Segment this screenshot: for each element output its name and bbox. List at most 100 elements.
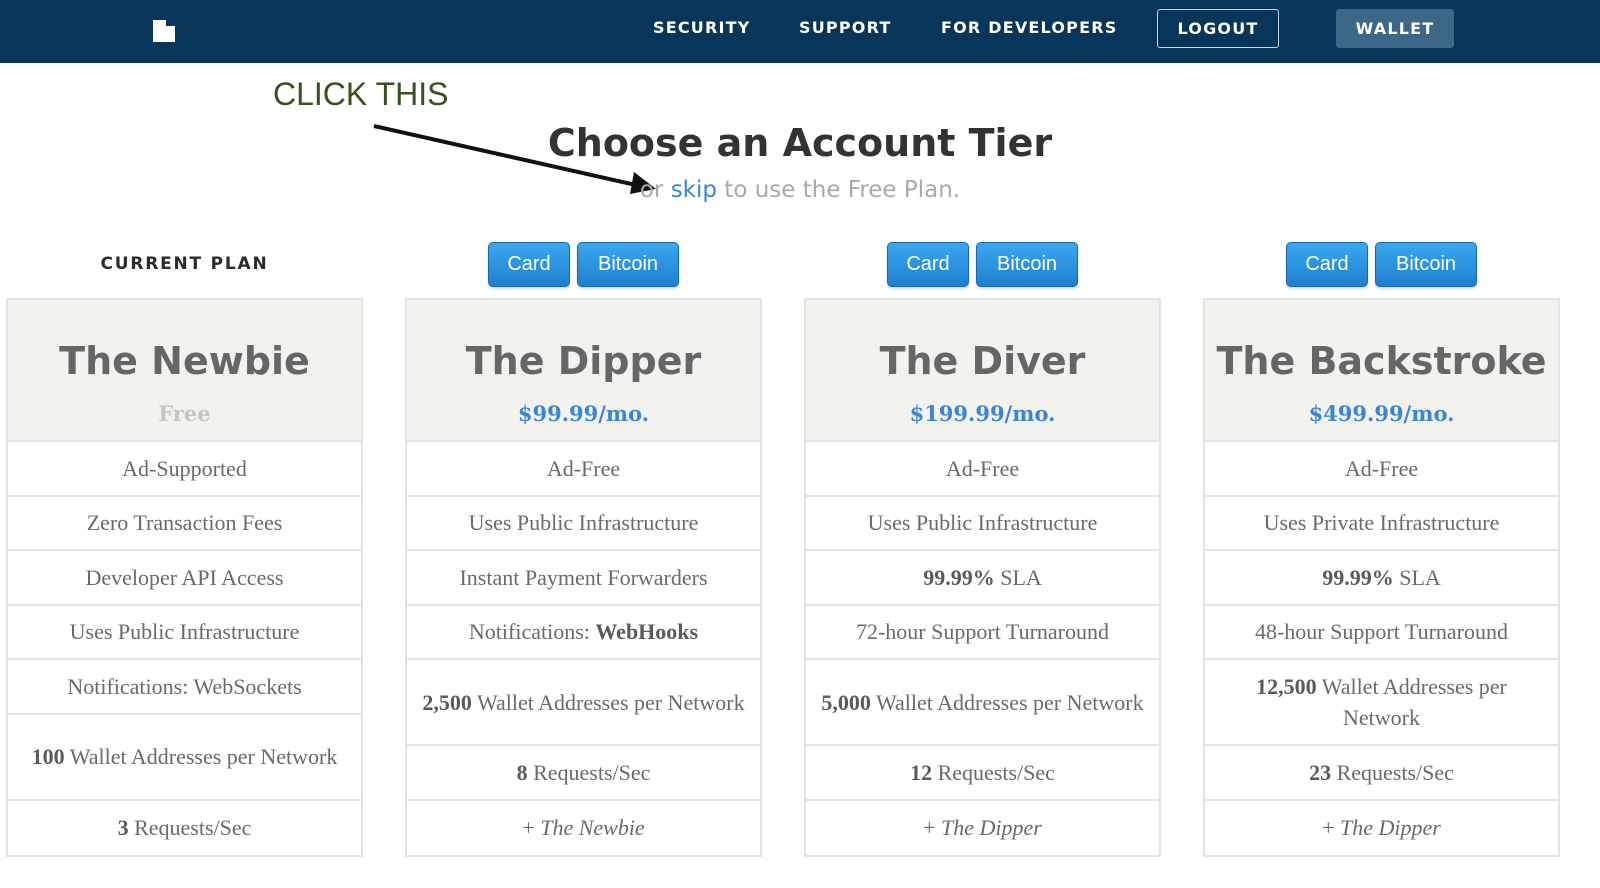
- feature-row: 3 Requests/Sec: [8, 801, 361, 856]
- feature-text: 23 Requests/Sec: [1309, 757, 1454, 788]
- feature-suffix: 72-hour Support Turnaround: [855, 619, 1109, 645]
- tier-card-header: The Dipper $99.99/mo.: [407, 300, 760, 442]
- feature-row: Ad-Free: [407, 442, 760, 497]
- feature-suffix: Instant Payment Forwarders: [459, 564, 708, 590]
- feature-prefix: +: [923, 815, 942, 841]
- feature-prefix: +: [522, 815, 541, 841]
- feature-suffix: SLA: [994, 564, 1042, 590]
- tier-card: The Backstroke $499.99/mo. Ad-Free Uses Pri…: [1203, 298, 1560, 857]
- feature-text: Instant Payment Forwarders: [459, 562, 707, 593]
- feature-row: Instant Payment Forwarders: [407, 551, 760, 606]
- tier-name: The Backstroke: [1216, 339, 1547, 383]
- tier-price: Free: [158, 401, 211, 426]
- feature-text: Notifications: WebHooks: [469, 616, 698, 647]
- feature-row: Uses Public Infrastructure: [806, 497, 1159, 551]
- feature-suffix: Ad-Free: [945, 455, 1020, 481]
- feature-text: 12 Requests/Sec: [910, 757, 1055, 788]
- tier-card: The Diver $199.99/mo. Ad-Free Uses Public I…: [804, 298, 1161, 857]
- feature-row: 2,500 Wallet Addresses per Network: [407, 660, 760, 746]
- feature-text: 48-hour Support Turnaround: [1255, 616, 1508, 647]
- tier-card: The Newbie Free Ad-Supported Zero Transacti…: [6, 298, 363, 857]
- feature-row: Uses Private Infrastructure: [1205, 497, 1558, 551]
- feature-text: Zero Transaction Fees: [87, 507, 283, 538]
- feature-suffix: Uses Public Infrastructure: [867, 510, 1098, 536]
- feature-text: Ad-Free: [946, 453, 1019, 484]
- feature-suffix: Developer API Access: [85, 564, 284, 590]
- feature-text: Uses Public Infrastructure: [70, 616, 300, 647]
- feature-text: Uses Public Infrastructure: [469, 507, 699, 538]
- feature-suffix: Requests/Sec: [128, 815, 252, 841]
- feature-suffix: SLA: [1393, 564, 1441, 590]
- feature-suffix: Wallet Addresses per Network: [1316, 674, 1507, 730]
- pay-bitcoin-button[interactable]: Bitcoin: [577, 242, 679, 287]
- feature-value: 99.99%: [923, 564, 995, 590]
- feature-text: 8 Requests/Sec: [517, 757, 651, 788]
- feature-suffix: Zero Transaction Fees: [86, 510, 283, 536]
- feature-inherit-tier: The Dipper: [941, 815, 1042, 841]
- feature-prefix: +: [1322, 815, 1341, 841]
- tier-column: CURRENT PLAN The Newbie Free Ad-Supported Ze…: [6, 0, 363, 888]
- feature-row: 99.99% SLA: [1205, 551, 1558, 606]
- feature-text: Ad-Free: [547, 453, 620, 484]
- feature-text: 12,500 Wallet Addresses per Network: [1217, 671, 1546, 733]
- feature-text: 99.99% SLA: [1322, 562, 1441, 593]
- feature-value: WebHooks: [595, 619, 699, 645]
- feature-text: 72-hour Support Turnaround: [856, 616, 1109, 647]
- tier-card: The Dipper $99.99/mo. Ad-Free Uses Public I…: [405, 298, 762, 857]
- feature-text: 5,000 Wallet Addresses per Network: [821, 687, 1143, 718]
- payment-buttons: Card Bitcoin: [1203, 242, 1560, 287]
- feature-value: 12: [910, 759, 933, 785]
- feature-text: Uses Public Infrastructure: [868, 507, 1098, 538]
- feature-value: 23: [1309, 759, 1332, 785]
- feature-suffix: Uses Public Infrastructure: [69, 619, 300, 645]
- pay-card-button[interactable]: Card: [1286, 242, 1368, 287]
- feature-row: 100 Wallet Addresses per Network: [8, 715, 361, 801]
- tier-name: The Dipper: [465, 339, 702, 383]
- tier-price: $199.99/mo.: [909, 401, 1056, 426]
- feature-row: Uses Public Infrastructure: [407, 497, 760, 551]
- tier-column: Card Bitcoin The Diver $199.99/mo. Ad-Free Us…: [804, 0, 1161, 888]
- feature-row: Notifications: WebSockets: [8, 660, 361, 715]
- feature-row: Ad-Supported: [8, 442, 361, 497]
- feature-text: + The Newbie: [522, 812, 644, 843]
- feature-inherit-tier: The Dipper: [1340, 815, 1441, 841]
- feature-row: Ad-Free: [806, 442, 1159, 497]
- feature-text: 100 Wallet Addresses per Network: [32, 741, 338, 772]
- feature-row: + The Dipper: [1205, 801, 1558, 856]
- feature-value: 99.99%: [1322, 564, 1394, 590]
- feature-text: 3 Requests/Sec: [118, 812, 252, 843]
- feature-row: 72-hour Support Turnaround: [806, 606, 1159, 660]
- feature-suffix: Requests/Sec: [527, 759, 651, 785]
- feature-value: 8: [516, 759, 528, 785]
- feature-row: Ad-Free: [1205, 442, 1558, 497]
- feature-value: 3: [117, 815, 129, 841]
- tier-card-header: The Backstroke $499.99/mo.: [1205, 300, 1558, 442]
- feature-value: 100: [31, 744, 65, 769]
- pay-bitcoin-button[interactable]: Bitcoin: [976, 242, 1078, 287]
- feature-suffix: Ad-Supported: [122, 455, 247, 481]
- feature-row: Developer API Access: [8, 551, 361, 606]
- feature-text: Developer API Access: [86, 562, 284, 593]
- feature-row: Notifications: WebHooks: [407, 606, 760, 660]
- feature-suffix: 48-hour Support Turnaround: [1254, 619, 1508, 645]
- pay-bitcoin-button[interactable]: Bitcoin: [1375, 242, 1477, 287]
- feature-row: Uses Public Infrastructure: [8, 606, 361, 660]
- feature-suffix: Wallet Addresses per Network: [870, 689, 1144, 715]
- feature-row: Zero Transaction Fees: [8, 497, 361, 551]
- tier-price: $99.99/mo.: [517, 401, 650, 426]
- feature-suffix: Ad-Free: [1344, 455, 1419, 481]
- feature-value: 2,500: [422, 689, 472, 715]
- feature-suffix: Ad-Free: [546, 455, 621, 481]
- feature-row: + The Newbie: [407, 801, 760, 856]
- tier-column: Card Bitcoin The Backstroke $499.99/mo. Ad-F…: [1203, 0, 1560, 888]
- feature-row: 48-hour Support Turnaround: [1205, 606, 1558, 660]
- feature-text: Ad-Supported: [122, 453, 247, 484]
- payment-buttons: Card Bitcoin: [405, 242, 762, 287]
- feature-value: 5,000: [821, 689, 871, 715]
- feature-suffix: Wallet Addresses per Network: [471, 689, 745, 715]
- feature-suffix: Requests/Sec: [1331, 759, 1454, 785]
- pay-card-button[interactable]: Card: [887, 242, 969, 287]
- pay-card-button[interactable]: Card: [488, 242, 570, 287]
- feature-row: 12,500 Wallet Addresses per Network: [1205, 660, 1558, 746]
- feature-suffix: Uses Public Infrastructure: [468, 510, 699, 536]
